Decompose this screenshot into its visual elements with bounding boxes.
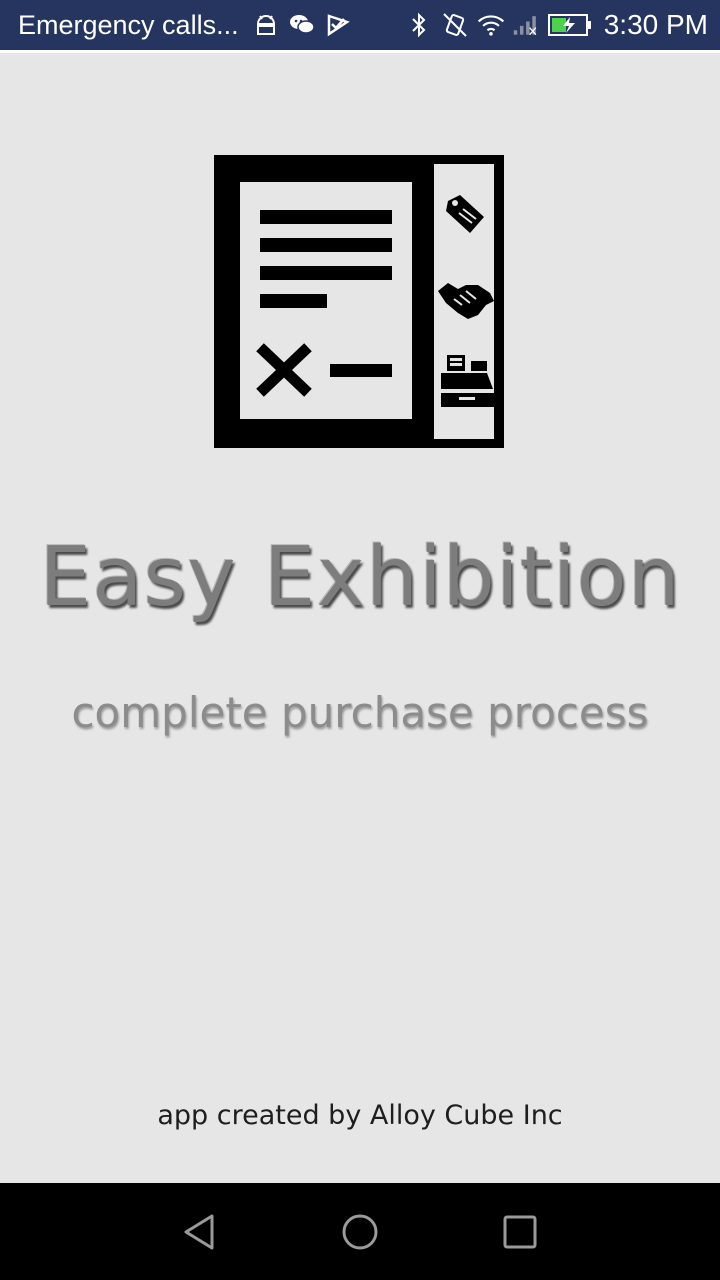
credit-text: app created by Alloy Cube Inc: [157, 1100, 563, 1131]
system-icons: 3:30 PM: [402, 9, 708, 41]
battery-charging-icon: [547, 10, 592, 40]
cell-signal-icon: [512, 10, 542, 40]
exhibition-invoice-logo: [214, 155, 504, 448]
wifi-icon: [476, 10, 506, 40]
back-icon: [184, 1214, 214, 1249]
clock: 3:30 PM: [603, 9, 708, 40]
splash-screen: Emergency calls... 3:30 PM Easy Exhibiti…: [0, 0, 720, 1280]
wechat-icon: [287, 10, 317, 40]
vibrate-icon: [440, 10, 470, 40]
check-flag-icon: [323, 10, 353, 40]
signature-line: [330, 364, 392, 377]
home-icon: [342, 1214, 378, 1249]
navigation-bar: [0, 1183, 720, 1280]
home-button[interactable]: [330, 1202, 390, 1262]
recents-button[interactable]: [490, 1202, 550, 1262]
notification-text: Emergency calls...: [18, 9, 239, 40]
status-bar: Emergency calls... 3:30 PM: [0, 0, 720, 50]
notification-area: Emergency calls...: [18, 10, 402, 41]
app-subtitle: complete purchase process: [71, 688, 649, 737]
android-icon: [251, 10, 281, 40]
app-title: Easy Exhibition: [39, 530, 681, 625]
back-button[interactable]: [170, 1202, 230, 1262]
recents-icon: [503, 1215, 537, 1248]
status-bar-divider: [0, 50, 720, 53]
bluetooth-icon: [404, 10, 434, 40]
